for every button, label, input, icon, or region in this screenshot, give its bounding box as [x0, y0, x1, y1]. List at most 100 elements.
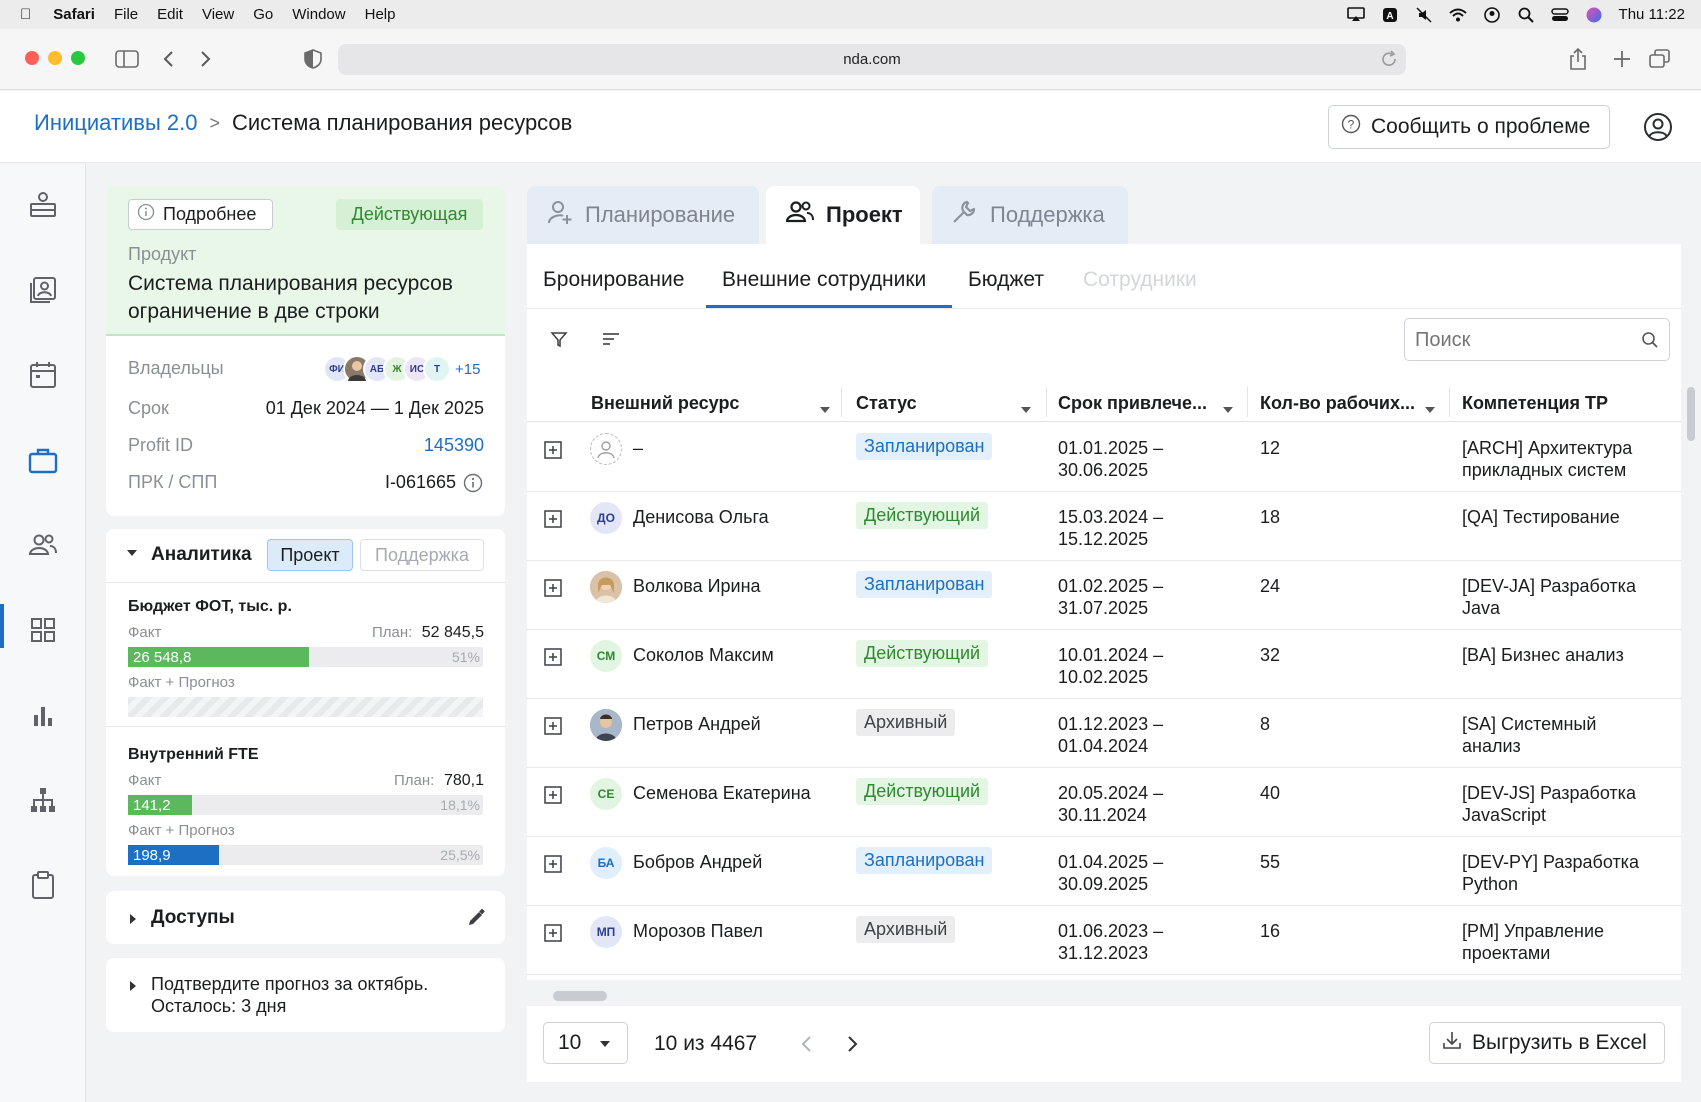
tab-project[interactable]: Проект — [766, 186, 920, 244]
search-icon[interactable] — [1641, 331, 1659, 354]
sidebar-item-projects[interactable] — [26, 445, 60, 479]
table-row[interactable]: БА Бобров Андрей Запланирован 01.04.2025 –3… — [527, 837, 1681, 906]
sidebar-item-calendar[interactable] — [26, 360, 60, 394]
resource-name[interactable]: Денисова Ольга — [633, 506, 769, 528]
pencil-edit-icon[interactable] — [466, 908, 486, 933]
more-details-button[interactable]: Подробнее — [128, 199, 273, 230]
profit-id-link[interactable]: 145390 — [424, 435, 484, 456]
sidebar-item-portfolio[interactable] — [26, 275, 60, 309]
keyboard-input-icon[interactable]: A — [1381, 7, 1399, 23]
menu-file[interactable]: File — [114, 6, 138, 23]
horizontal-scrollbar[interactable] — [553, 991, 607, 1001]
tab-overview-icon[interactable] — [1648, 48, 1672, 70]
privacy-shield-icon[interactable] — [302, 48, 324, 70]
menu-view[interactable]: View — [202, 6, 234, 23]
column-header-status[interactable]: Статус — [856, 393, 1032, 414]
url-bar[interactable]: nda.com — [338, 44, 1406, 75]
menubar-clock[interactable]: Thu 11:22 — [1619, 6, 1685, 23]
sort-caret-icon[interactable] — [1020, 399, 1032, 420]
window-minimize-button[interactable] — [48, 51, 62, 65]
expand-row-icon[interactable] — [541, 648, 562, 666]
user-switch-icon[interactable] — [1483, 6, 1501, 23]
search-box[interactable] — [1404, 318, 1670, 361]
subtab-booking[interactable]: Бронирование — [543, 268, 684, 308]
sort-lines-icon[interactable] — [601, 330, 621, 353]
owners-more-count[interactable]: +15 — [455, 361, 480, 378]
sort-caret-icon[interactable] — [1222, 399, 1234, 420]
tab-planning[interactable]: Планирование — [527, 186, 759, 244]
share-icon[interactable] — [1566, 46, 1590, 72]
resource-name[interactable]: – — [633, 437, 643, 459]
column-header-resource[interactable]: Внешний ресурс — [591, 393, 831, 414]
expand-row-icon[interactable] — [541, 579, 562, 597]
resource-name[interactable]: Волкова Ирина — [633, 575, 761, 597]
subtab-budget[interactable]: Бюджет — [968, 268, 1044, 308]
resource-name[interactable]: Петров Андрей — [633, 713, 761, 735]
info-circle-icon[interactable] — [463, 473, 483, 498]
sidebar-item-initiatives[interactable] — [26, 190, 60, 224]
window-zoom-button[interactable] — [71, 51, 85, 65]
mute-icon[interactable] — [1415, 6, 1433, 23]
control-center-icon[interactable] — [1550, 7, 1569, 23]
table-row[interactable]: ДО Денисова Ольга Действующий 15.03.2024 –1… — [527, 492, 1681, 561]
table-row[interactable]: Петров Андрей Архивный 01.12.2023 –01.04.2… — [527, 699, 1681, 768]
resource-name[interactable]: Семенова Екатерина — [633, 782, 811, 804]
tab-support[interactable]: Поддержка — [932, 186, 1128, 244]
vertical-scrollbar[interactable] — [1687, 387, 1695, 441]
expand-row-icon[interactable] — [541, 510, 562, 528]
menu-go[interactable]: Go — [253, 6, 273, 23]
analytics-segment-project[interactable]: Проект — [267, 539, 353, 571]
subtab-external-employees[interactable]: Внешние сотрудники — [722, 268, 926, 308]
menu-window[interactable]: Window — [292, 6, 345, 23]
expand-row-icon[interactable] — [541, 786, 562, 804]
caret-down-icon[interactable] — [126, 546, 138, 564]
filter-funnel-icon[interactable] — [549, 329, 569, 354]
prev-page-icon[interactable] — [800, 1034, 814, 1059]
menu-app-name[interactable]: Safari — [53, 6, 95, 23]
window-close-button[interactable] — [25, 51, 39, 65]
column-header-competence[interactable]: Компетенция ТР — [1462, 393, 1608, 414]
apple-icon[interactable]:  — [20, 6, 31, 23]
reload-icon[interactable] — [1378, 48, 1400, 70]
analytics-segment-support[interactable]: Поддержка — [360, 539, 484, 571]
sidebar-item-reports[interactable] — [26, 700, 60, 734]
analytics-title[interactable]: Аналитика — [151, 544, 252, 566]
breadcrumb-root-link[interactable]: Инициативы 2.0 — [34, 110, 197, 136]
sidebar-toggle-icon[interactable] — [114, 48, 140, 70]
export-excel-button[interactable]: Выгрузить в Excel — [1429, 1022, 1665, 1064]
column-header-period[interactable]: Срок привлече... — [1058, 393, 1234, 414]
airplay-icon[interactable] — [1346, 7, 1365, 23]
table-row[interactable]: СМ Соколов Максим Действующий 10.01.2024 –1… — [527, 630, 1681, 699]
resource-name[interactable]: Бобров Андрей — [633, 851, 762, 873]
owners-avatar-group[interactable]: ФИ АБ Ж ИС Т +15 — [323, 352, 480, 386]
next-page-icon[interactable] — [845, 1034, 859, 1059]
resource-name[interactable]: Морозов Павел — [633, 920, 763, 942]
table-row[interactable]: СЕ Семенова Екатерина Действующий 20.05.202… — [527, 768, 1681, 837]
table-row[interactable]: МП Морозов Павел Архивный 01.06.2023 –31.12… — [527, 906, 1681, 975]
table-row[interactable]: – Запланирован 01.01.2025 –30.06.2025 12 [AR… — [527, 423, 1681, 492]
subtab-employees[interactable]: Сотрудники — [1083, 268, 1197, 308]
new-tab-plus-icon[interactable] — [1611, 48, 1633, 70]
sidebar-item-people[interactable] — [26, 530, 60, 564]
sort-caret-icon[interactable] — [1424, 399, 1436, 420]
wifi-icon[interactable] — [1448, 7, 1467, 23]
expand-row-icon[interactable] — [541, 717, 562, 735]
sidebar-item-tasks[interactable] — [26, 870, 60, 904]
report-problem-button[interactable]: ? Сообщить о проблеме — [1328, 105, 1610, 149]
page-size-select[interactable]: 10 — [543, 1022, 628, 1064]
account-icon[interactable] — [1643, 112, 1673, 142]
search-input[interactable] — [1415, 327, 1625, 353]
spotlight-search-icon[interactable] — [1517, 7, 1535, 23]
sidebar-item-structure[interactable] — [26, 785, 60, 819]
resource-name[interactable]: Соколов Максим — [633, 644, 774, 666]
expand-row-icon[interactable] — [541, 855, 562, 873]
menu-edit[interactable]: Edit — [157, 6, 183, 23]
expand-row-icon[interactable] — [541, 924, 562, 942]
column-header-workdays[interactable]: Кол-во рабочих... — [1260, 393, 1436, 414]
table-row[interactable]: Волкова Ирина Запланирован 01.02.2025 –31.… — [527, 561, 1681, 630]
menu-help[interactable]: Help — [365, 6, 396, 23]
sidebar-item-apps[interactable] — [26, 615, 60, 649]
siri-icon[interactable] — [1585, 7, 1603, 23]
forward-arrow-icon[interactable] — [196, 48, 216, 70]
expand-row-icon[interactable] — [541, 441, 562, 459]
